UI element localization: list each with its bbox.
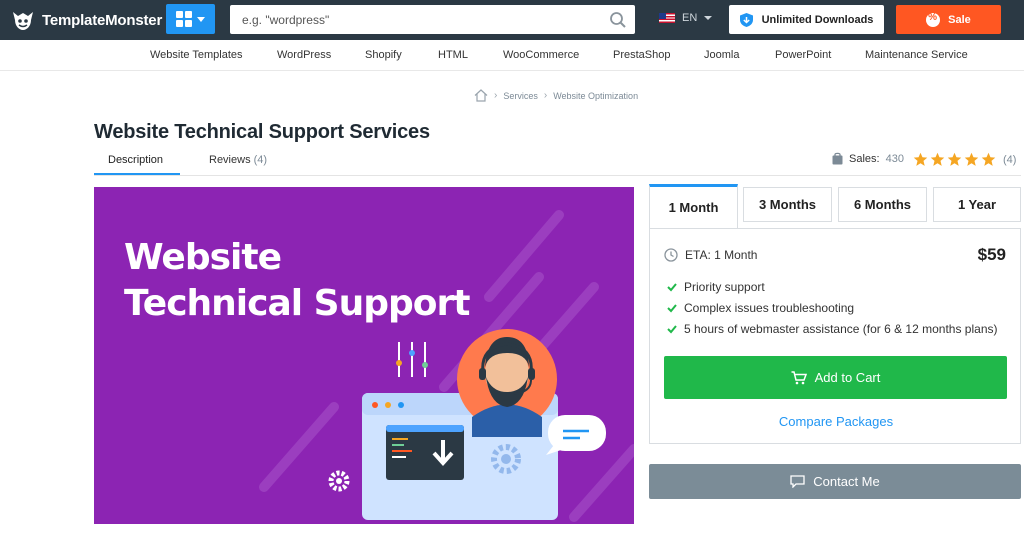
chevron-down-icon [704,16,713,20]
plan-tab-3-months[interactable]: 3 Months [743,187,832,222]
sales-count: 430 [885,152,904,165]
search-icon[interactable] [609,11,627,29]
breadcrumb-separator: › [494,90,498,101]
contact-me-button[interactable]: Contact Me [649,464,1021,499]
cart-icon [791,370,807,384]
category-nav: Website Templates WordPress Shopify HTML… [0,40,1024,71]
add-to-cart-button[interactable]: Add to Cart [664,356,1007,399]
star-icon [913,152,928,166]
eta-label: ETA: 1 Month [685,248,758,262]
chevron-down-icon [197,16,205,22]
nav-item-woocommerce[interactable]: WooCommerce [503,49,579,61]
plan-details: ETA: 1 Month $59 Priority support Comple… [649,228,1021,444]
rating-stars[interactable] [913,152,996,167]
check-icon [667,303,677,312]
hero-title-line-2: Technical Support [124,283,470,324]
nav-item-prestashop[interactable]: PrestaShop [613,49,670,61]
star-icon [930,152,945,166]
feature-item: Priority support [667,276,997,297]
star-icon [964,152,979,166]
active-tab-indicator [94,173,180,175]
language-label: EN [682,12,698,24]
feature-list: Priority support Complex issues troubles… [667,276,997,339]
rating-count: (4) [1003,154,1017,166]
hero-title: Website Technical Support [124,235,470,327]
check-icon [667,282,677,291]
star-icon [981,152,996,166]
nav-item-website-templates[interactable]: Website Templates [150,49,243,61]
monster-logo-icon [13,12,33,30]
nav-item-powerpoint[interactable]: PowerPoint [775,49,831,61]
nav-item-wordpress[interactable]: WordPress [277,49,331,61]
feature-item: 5 hours of webmaster assistance (for 6 &… [667,318,997,339]
clock-icon [664,248,678,262]
plan-tab-1-year[interactable]: 1 Year [933,187,1021,222]
us-flag-icon [659,13,675,23]
feature-item: Complex issues troubleshooting [667,297,997,318]
tab-description[interactable]: Description [108,154,163,166]
feature-label: 5 hours of webmaster assistance (for 6 &… [684,321,998,336]
page-title: Website Technical Support Services [94,121,430,143]
plan-tab-6-months[interactable]: 6 Months [838,187,927,222]
sales-info: Sales: 430 [832,152,904,165]
feature-label: Complex issues troubleshooting [684,300,855,315]
top-header: TemplateMonster EN Unlimited Downloads S… [0,0,1024,40]
product-preview-image: Website Technical Support [94,187,634,524]
tab-reviews[interactable]: Reviews (4) [209,154,267,166]
nav-item-maintenance-service[interactable]: Maintenance Service [865,49,968,61]
unlimited-downloads-button[interactable]: Unlimited Downloads [729,5,884,34]
shield-icon [739,12,753,27]
plan-price: $59 [977,245,1006,264]
logo-text: TemplateMonster [42,11,163,29]
breadcrumb: › Services › Website Optimization [474,89,638,102]
home-icon[interactable] [474,89,488,102]
compare-packages-link[interactable]: Compare Packages [650,414,1022,429]
tab-reviews-count: (4) [253,154,268,166]
logo[interactable]: TemplateMonster [10,7,162,33]
bag-icon [832,152,843,165]
language-selector[interactable]: EN [659,12,713,24]
nav-item-shopify[interactable]: Shopify [365,49,402,61]
star-icon [947,152,962,166]
add-to-cart-label: Add to Cart [814,370,881,385]
chat-icon [790,475,805,488]
hero-title-line-1: Website [124,237,282,278]
breadcrumb-services[interactable]: Services [503,91,538,101]
search-box [230,5,635,34]
contact-me-label: Contact Me [813,474,880,489]
sales-label: Sales: [849,152,880,165]
plan-tab-1-month[interactable]: 1 Month [649,184,738,228]
categories-menu-button[interactable] [166,4,215,34]
grid-icon [176,11,192,27]
breadcrumb-separator: › [543,90,548,101]
feature-label: Priority support [684,279,765,294]
check-icon [667,324,677,333]
discount-icon [926,12,941,27]
eta-info: ETA: 1 Month [664,248,757,262]
search-input[interactable] [242,5,602,34]
unlimited-downloads-label: Unlimited Downloads [761,13,874,26]
sale-button[interactable]: Sale [896,5,1001,34]
breadcrumb-website-optimization[interactable]: Website Optimization [553,91,638,101]
tab-reviews-label: Reviews [209,154,251,166]
nav-item-joomla[interactable]: Joomla [704,49,739,61]
nav-item-html[interactable]: HTML [438,49,468,61]
sale-label: Sale [948,13,971,26]
